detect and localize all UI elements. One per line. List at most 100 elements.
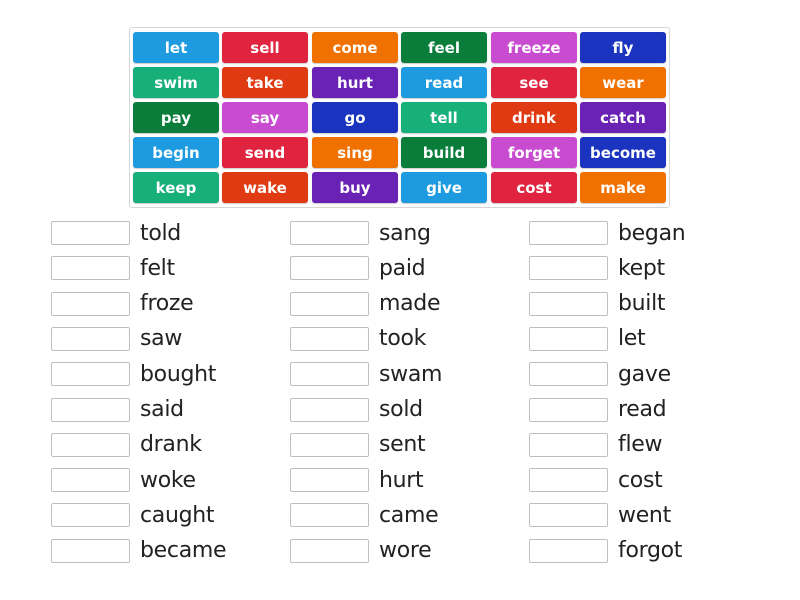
word-tile[interactable]: make <box>580 172 666 203</box>
drop-box[interactable] <box>529 221 608 245</box>
answer-row: froze <box>51 291 194 317</box>
drop-box[interactable] <box>529 362 608 387</box>
word-tile[interactable]: drink <box>491 102 577 133</box>
answer-row: bought <box>51 361 216 387</box>
word-tile[interactable]: give <box>401 172 487 203</box>
drop-box[interactable] <box>51 221 130 245</box>
answer-row: paid <box>290 255 426 281</box>
word-tile[interactable]: read <box>401 67 487 98</box>
drop-box[interactable] <box>529 326 608 351</box>
drop-box[interactable] <box>51 538 130 563</box>
word-tile[interactable]: go <box>312 102 398 133</box>
past-tense-word: forgot <box>618 538 683 564</box>
past-tense-word: wore <box>379 538 432 564</box>
drop-box[interactable] <box>529 291 608 316</box>
word-tile[interactable]: feel <box>401 32 487 63</box>
past-tense-word: caught <box>140 502 215 528</box>
answer-row: swam <box>290 361 442 387</box>
word-tile[interactable]: let <box>133 32 219 63</box>
word-tile[interactable]: come <box>312 32 398 63</box>
word-tile[interactable]: forget <box>491 137 577 168</box>
drop-box[interactable] <box>529 468 608 493</box>
word-tile[interactable]: build <box>401 137 487 168</box>
answer-row: wore <box>290 538 432 564</box>
word-tile[interactable]: buy <box>312 172 398 203</box>
drop-box[interactable] <box>290 397 369 422</box>
drop-box[interactable] <box>51 432 130 457</box>
answer-row: came <box>290 502 439 528</box>
answer-row: felt <box>51 255 175 281</box>
word-tile[interactable]: swim <box>133 67 219 98</box>
word-tile[interactable]: pay <box>133 102 219 133</box>
answer-row: told <box>51 220 181 246</box>
drop-box[interactable] <box>290 362 369 387</box>
word-tile[interactable]: tell <box>401 102 487 133</box>
word-tile[interactable]: sing <box>312 137 398 168</box>
past-tense-word: sold <box>379 397 423 422</box>
past-tense-word: made <box>379 291 441 317</box>
past-tense-word: went <box>618 502 671 528</box>
past-tense-word: came <box>379 502 439 528</box>
past-tense-word: paid <box>379 255 426 281</box>
past-tense-word: felt <box>140 255 175 281</box>
word-tile[interactable]: wake <box>222 172 308 203</box>
word-tile[interactable]: keep <box>133 172 219 203</box>
word-tile[interactable]: fly <box>580 32 666 63</box>
word-tile[interactable]: send <box>222 137 308 168</box>
past-tense-word: kept <box>618 255 665 281</box>
past-tense-word: built <box>618 291 666 317</box>
word-tile[interactable]: freeze <box>491 32 577 63</box>
past-tense-word: gave <box>618 361 671 387</box>
past-tense-word: woke <box>140 467 196 493</box>
drop-box[interactable] <box>51 256 130 281</box>
word-tile[interactable]: sell <box>222 32 308 63</box>
word-tile[interactable]: become <box>580 137 666 168</box>
past-tense-word: sang <box>379 220 431 246</box>
drop-box[interactable] <box>290 538 369 563</box>
answer-row: took <box>290 326 426 352</box>
drop-box[interactable] <box>290 221 369 245</box>
drop-box[interactable] <box>290 468 369 493</box>
drop-box[interactable] <box>51 503 130 528</box>
word-tile[interactable]: say <box>222 102 308 133</box>
drop-box[interactable] <box>51 291 130 316</box>
word-tile[interactable]: see <box>491 67 577 98</box>
past-tense-word: flew <box>618 432 663 458</box>
drop-box[interactable] <box>290 291 369 316</box>
answer-row: hurt <box>290 467 424 493</box>
answer-row: woke <box>51 467 196 493</box>
drop-box[interactable] <box>290 326 369 351</box>
answer-row: said <box>51 397 184 423</box>
past-tense-word: hurt <box>379 467 424 493</box>
drop-box[interactable] <box>290 432 369 457</box>
drop-box[interactable] <box>51 397 130 422</box>
drop-box[interactable] <box>51 326 130 351</box>
answer-row: let <box>529 326 646 352</box>
word-tile[interactable]: cost <box>491 172 577 203</box>
word-tile[interactable]: hurt <box>312 67 398 98</box>
past-tense-word: saw <box>140 326 183 352</box>
past-tense-word: took <box>379 326 427 352</box>
drop-box[interactable] <box>290 503 369 528</box>
drop-box[interactable] <box>529 503 608 528</box>
past-tense-word: became <box>140 538 227 564</box>
drop-box[interactable] <box>529 397 608 422</box>
answer-row: sang <box>290 220 431 246</box>
past-tense-word: said <box>140 397 184 422</box>
drop-box[interactable] <box>529 432 608 457</box>
answer-row: became <box>51 538 227 564</box>
word-tile[interactable]: catch <box>580 102 666 133</box>
past-tense-word: let <box>618 326 646 352</box>
past-tense-word: read <box>618 397 667 422</box>
drop-box[interactable] <box>51 468 130 493</box>
word-tile[interactable]: take <box>222 67 308 98</box>
answer-row: sold <box>290 397 423 423</box>
drop-box[interactable] <box>51 362 130 387</box>
drop-box[interactable] <box>529 256 608 281</box>
word-tile[interactable]: wear <box>580 67 666 98</box>
drop-box[interactable] <box>290 256 369 281</box>
word-tile[interactable]: begin <box>133 137 219 168</box>
answer-row: kept <box>529 255 665 281</box>
past-tense-word: swam <box>379 361 443 387</box>
drop-box[interactable] <box>529 538 608 563</box>
